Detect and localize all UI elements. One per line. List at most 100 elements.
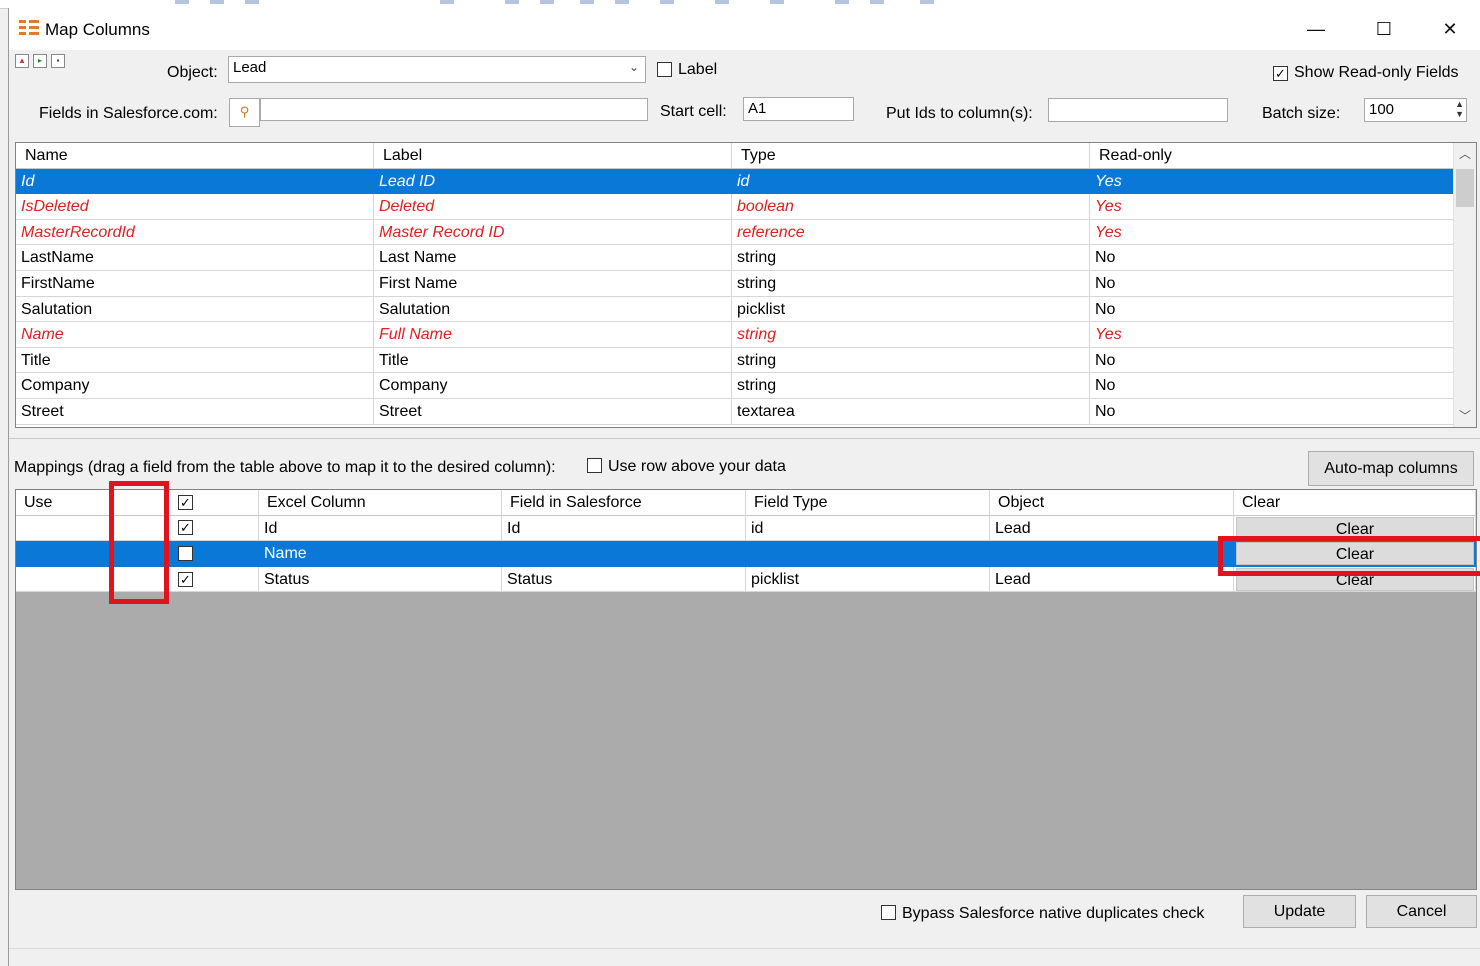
image-icon[interactable]: ▲ [15, 54, 29, 68]
put-ids-input[interactable] [1048, 98, 1228, 122]
close-button[interactable]: ✕ [1419, 8, 1480, 50]
field-name-cell: Company [16, 373, 374, 399]
window-title: Map Columns [45, 20, 150, 39]
field-name-cell: MasterRecordId [16, 219, 374, 246]
use-row-above-checkbox[interactable] [587, 458, 602, 473]
field-label-cell: Street [374, 399, 732, 425]
mapping-use-cell [113, 541, 259, 567]
mapping-use-spacer-cell [16, 515, 113, 542]
mapping-field-cell [502, 541, 746, 567]
mapping-use-checkbox[interactable] [178, 545, 193, 561]
field-name-cell: Title [16, 347, 374, 374]
field-type-cell: reference [732, 219, 1090, 246]
mapping-clear-button[interactable]: Clear [1236, 516, 1474, 540]
label-checkbox[interactable] [657, 62, 672, 77]
field-label-cell: Company [374, 373, 732, 399]
object-label: Object: [167, 64, 218, 81]
field-readonly-cell: No [1090, 245, 1456, 271]
field-readonly-cell: No [1090, 347, 1456, 374]
field-readonly-cell: No [1090, 296, 1456, 323]
field-label-cell: Salutation [374, 296, 732, 323]
mapping-clear-button[interactable]: Clear [1236, 567, 1474, 591]
splitter[interactable] [9, 438, 1480, 442]
maximize-icon: ☐ [1375, 18, 1393, 39]
use-row-above-label: Use row above your data [608, 458, 786, 475]
mapping-use-checkbox[interactable]: ✓ [178, 520, 193, 536]
mapping-object-cell: Lead [990, 566, 1234, 593]
fields-search-input[interactable] [260, 98, 648, 121]
fields-table: Name Label Type Read-only Id Lead ID id Yes IsDe… [15, 142, 1477, 428]
title-bar: Map Columns — ☐ ✕ [9, 8, 1480, 50]
mappings-table: Use ✓ Excel Column Field in Salesforce Field… [15, 489, 1477, 890]
mapping-excel-column-cell: Id [259, 515, 502, 542]
map-columns-app-icon [19, 18, 39, 38]
field-readonly-cell: Yes [1090, 322, 1456, 348]
cancel-button[interactable]: Cancel [1366, 895, 1477, 928]
start-cell-label: Start cell: [660, 103, 727, 120]
fields-table-scrollbar[interactable]: ︿ ﹀ [1453, 143, 1476, 427]
mapping-column-header[interactable]: Clear [1234, 490, 1476, 516]
field-readonly-cell: Yes [1090, 219, 1456, 246]
stepper-arrows-icon[interactable]: ▲ ▼ [1455, 99, 1464, 119]
minimize-button[interactable]: — [1285, 8, 1347, 50]
fields-column-header[interactable]: Name [16, 143, 374, 169]
select-all-checkbox[interactable]: ✓ [178, 494, 193, 510]
object-select[interactable]: Lead ⌄ [228, 56, 646, 83]
fields-column-header[interactable]: Label [374, 143, 732, 169]
mapping-column-header[interactable]: Field in Salesforce [502, 490, 746, 516]
scroll-up-icon[interactable]: ︿ [1454, 143, 1476, 165]
field-type-cell: textarea [732, 399, 1090, 425]
mapping-row[interactable]: ✓ Id Id id Lead Clear [16, 515, 1476, 542]
checkmark-icon: ✓ [1275, 66, 1286, 81]
update-button[interactable]: Update [1243, 895, 1356, 928]
mapping-field-type-cell [746, 541, 990, 567]
scrollbar-thumb[interactable] [1456, 169, 1474, 207]
scroll-down-icon[interactable]: ﹀ [1454, 405, 1476, 427]
object-select-value: Lead [233, 59, 267, 76]
field-label-cell: Last Name [374, 245, 732, 271]
mapping-object-cell: Lead [990, 515, 1234, 542]
field-name-cell: Id [16, 168, 374, 195]
automap-columns-button[interactable]: Auto-map columns [1308, 451, 1474, 486]
field-label-cell: Deleted [374, 194, 732, 220]
mapping-field-cell: Id [502, 515, 746, 542]
mapping-column-header[interactable]: Use [16, 490, 113, 516]
start-cell-input[interactable]: A1 [743, 97, 854, 121]
fields-column-header[interactable]: Type [732, 143, 1090, 169]
mapping-use-checkbox[interactable]: ✓ [178, 571, 193, 587]
fields-column-header[interactable]: Read-only [1090, 143, 1456, 169]
mapping-column-header[interactable]: Excel Column [259, 490, 502, 516]
field-type-cell: string [732, 373, 1090, 399]
mapping-use-cell: ✓ [113, 515, 259, 542]
open-folder-icon[interactable]: ▸ [33, 54, 47, 68]
field-name-cell: IsDeleted [16, 194, 374, 220]
field-type-cell: picklist [732, 296, 1090, 323]
field-name-cell: LastName [16, 245, 374, 271]
show-readonly-checkbox[interactable]: ✓ [1273, 66, 1288, 81]
mapping-row[interactable]: ✓ Status Status picklist Lead Clear [16, 566, 1476, 593]
maximize-button[interactable]: ☐ [1353, 8, 1415, 50]
search-button[interactable]: ⚲ [229, 98, 260, 127]
mapping-column-header[interactable]: Field Type [746, 490, 990, 516]
field-type-cell: id [732, 168, 1090, 195]
bypass-duplicates-checkbox[interactable] [881, 905, 896, 920]
mapping-field-cell: Status [502, 566, 746, 593]
field-name-cell: Name [16, 322, 374, 348]
field-type-cell: string [732, 347, 1090, 374]
batch-size-value: 100 [1369, 101, 1395, 118]
field-readonly-cell: Yes [1090, 168, 1456, 195]
bypass-duplicates-label: Bypass Salesforce native duplicates chec… [902, 905, 1205, 922]
field-name-cell: Salutation [16, 296, 374, 323]
mapping-row[interactable]: Name Clear [16, 541, 1476, 567]
show-readonly-label: Show Read-only Fields [1294, 64, 1459, 81]
field-name-cell: Street [16, 399, 374, 425]
mapping-use-cell: ✓ [113, 566, 259, 593]
mapping-column-header[interactable]: Object [990, 490, 1234, 516]
field-readonly-cell: Yes [1090, 194, 1456, 220]
save-icon[interactable]: ▪ [51, 54, 65, 68]
field-label-cell: Master Record ID [374, 219, 732, 246]
mapping-clear-button[interactable]: Clear [1236, 542, 1474, 566]
batch-size-stepper[interactable]: 100 ▲ ▼ [1364, 98, 1467, 122]
field-type-cell: string [732, 322, 1090, 348]
field-label-cell: First Name [374, 271, 732, 297]
